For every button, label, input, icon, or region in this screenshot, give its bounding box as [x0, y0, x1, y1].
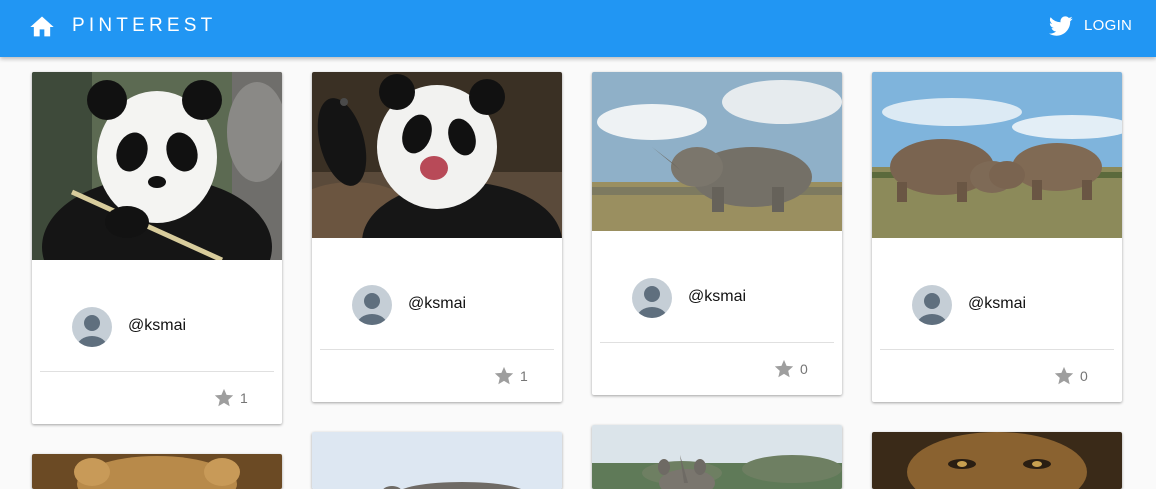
divider: [880, 349, 1114, 350]
divider: [600, 342, 834, 343]
pin-image[interactable]: [872, 72, 1122, 238]
pin-image[interactable]: [592, 72, 842, 231]
author-name[interactable]: @ksmai: [408, 295, 466, 313]
pin-image[interactable]: [312, 432, 562, 489]
pin-card[interactable]: @ksmai 0: [592, 72, 842, 395]
pin-image[interactable]: [312, 72, 562, 238]
author-name[interactable]: @ksmai: [688, 288, 746, 306]
like-count: 1: [520, 368, 528, 384]
pin-card[interactable]: [872, 432, 1122, 489]
star-icon[interactable]: [213, 387, 235, 409]
pin-image[interactable]: [32, 72, 282, 260]
home-icon: [30, 16, 54, 37]
app-title: PINTEREST: [72, 15, 217, 36]
avatar[interactable]: [352, 285, 392, 325]
like-count: 1: [240, 390, 248, 406]
app-bar: PINTEREST LOGIN: [0, 0, 1156, 57]
divider: [40, 371, 274, 372]
home-button[interactable]: [28, 13, 56, 41]
twitter-login-button[interactable]: [1048, 14, 1074, 38]
pin-image[interactable]: [592, 425, 842, 489]
avatar[interactable]: [632, 278, 672, 318]
author-name[interactable]: @ksmai: [128, 317, 186, 335]
star-icon[interactable]: [493, 365, 515, 387]
star-icon[interactable]: [1053, 365, 1075, 387]
pin-card[interactable]: @ksmai 1: [32, 72, 282, 424]
divider: [320, 349, 554, 350]
pin-card[interactable]: [312, 432, 562, 489]
pin-image[interactable]: [32, 454, 282, 489]
pin-image[interactable]: [872, 432, 1122, 489]
star-icon[interactable]: [773, 358, 795, 380]
pin-card[interactable]: [592, 425, 842, 489]
like-count: 0: [800, 361, 808, 377]
pin-card[interactable]: [32, 454, 282, 489]
twitter-icon: [1049, 16, 1073, 36]
login-button[interactable]: LOGIN: [1084, 17, 1132, 34]
like-count: 0: [1080, 368, 1088, 384]
avatar[interactable]: [912, 285, 952, 325]
author-name[interactable]: @ksmai: [968, 295, 1026, 313]
avatar[interactable]: [72, 307, 112, 347]
pin-card[interactable]: @ksmai 1: [312, 72, 562, 402]
pin-card[interactable]: @ksmai 0: [872, 72, 1122, 402]
